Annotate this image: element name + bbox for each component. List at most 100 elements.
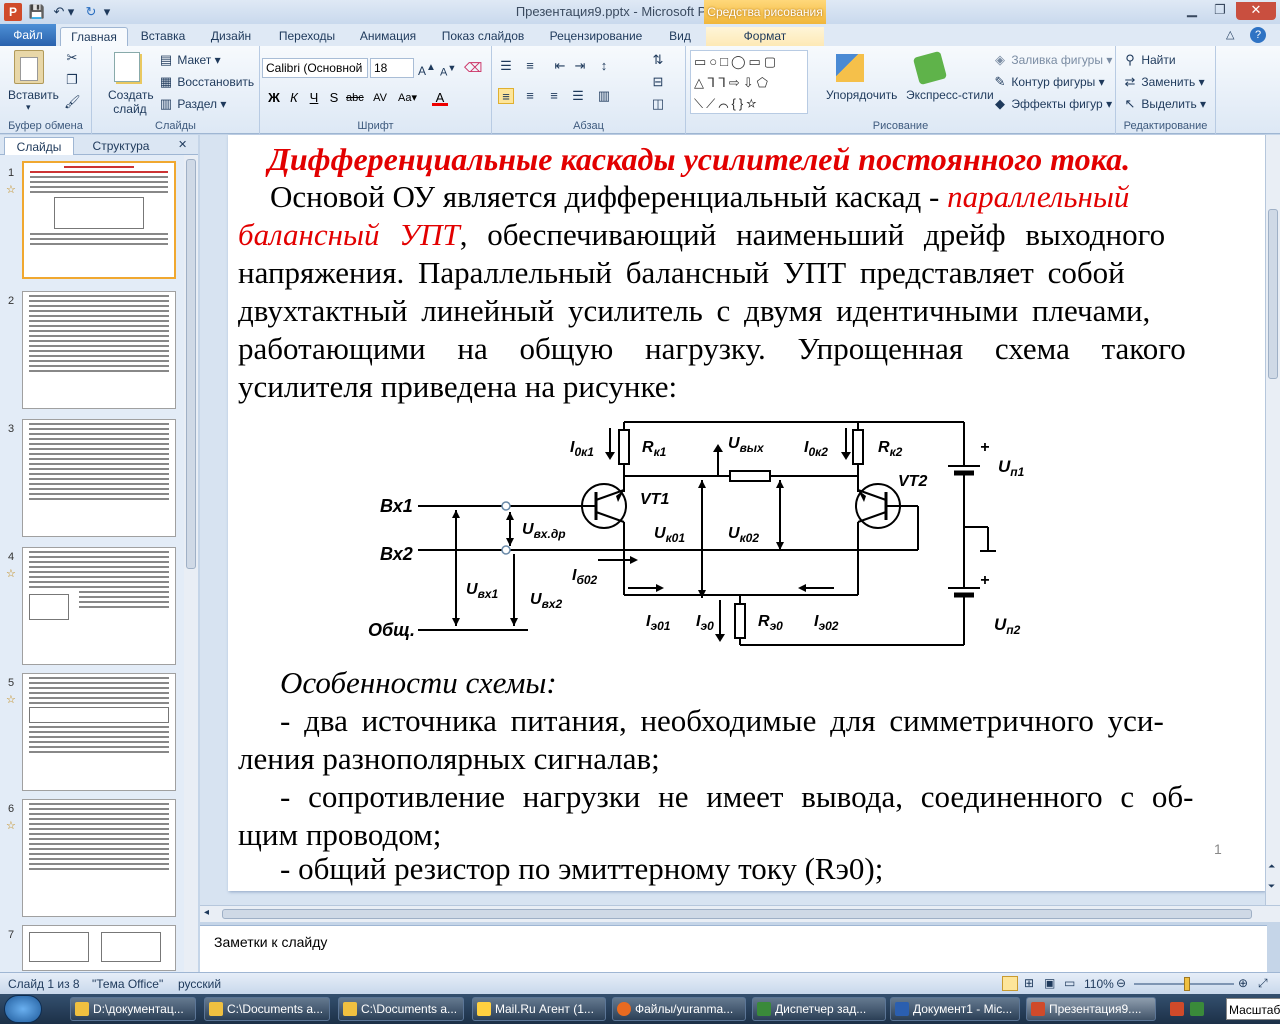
slide-heading[interactable]: Дифференциальные каскады усилителей пост…: [268, 141, 1265, 178]
slide-thumbnail[interactable]: [22, 673, 176, 791]
font-size-combo[interactable]: 18: [370, 58, 414, 78]
columns-icon[interactable]: ▥: [596, 88, 612, 104]
change-case-icon[interactable]: Aa▾: [398, 90, 417, 106]
tray-icon[interactable]: [1170, 1002, 1184, 1016]
zoom-slider-thumb[interactable]: [1184, 977, 1190, 991]
smartart-icon[interactable]: ◫: [650, 96, 666, 112]
line-spacing-icon[interactable]: ↕: [596, 58, 612, 74]
taskbar-button[interactable]: Диспетчер зад...: [752, 997, 886, 1021]
zoom-level[interactable]: 110%: [1084, 977, 1114, 991]
horizontal-scrollbar[interactable]: ◂: [200, 905, 1280, 922]
font-color-icon[interactable]: A: [432, 90, 448, 106]
tab-review[interactable]: Рецензирование: [540, 27, 652, 46]
taskbar-button[interactable]: D:\документац...: [70, 997, 196, 1021]
slide[interactable]: Дифференциальные каскады усилителей пост…: [228, 135, 1265, 891]
shape-effects-button[interactable]: ◆ Эффекты фигур ▾: [992, 96, 1112, 112]
scroll-thumb[interactable]: [222, 909, 1252, 919]
bold-icon[interactable]: Ж: [266, 90, 282, 106]
cut-icon[interactable]: ✂: [64, 50, 80, 66]
feature-line[interactable]: - сопротивление нагрузки не имеет вывода…: [280, 779, 1265, 815]
taskbar-button[interactable]: Документ1 - Mic...: [890, 997, 1020, 1021]
paragraph-line[interactable]: напряжения. Параллельный балансный УПТ п…: [238, 255, 1265, 291]
font-name-combo[interactable]: Calibri (Основной: [262, 58, 368, 78]
bullets-icon[interactable]: ☰: [498, 58, 514, 74]
new-slide-button[interactable]: Создать слайд: [108, 88, 154, 116]
layout-button[interactable]: ▤ Макет ▾: [158, 52, 221, 68]
shape-fill-button[interactable]: ◈ Заливка фигуры ▾: [992, 52, 1112, 68]
align-text-icon[interactable]: ⊟: [650, 74, 666, 90]
fit-to-window-icon[interactable]: ⤢: [1258, 976, 1268, 991]
numbering-icon[interactable]: ≡: [522, 58, 538, 74]
zoom-in-icon[interactable]: ⊕: [1238, 976, 1248, 990]
start-button[interactable]: [4, 995, 42, 1023]
tab-outline[interactable]: Структура: [80, 137, 162, 155]
tab-file[interactable]: Файл: [0, 24, 56, 46]
paste-icon[interactable]: [14, 50, 44, 84]
tab-format[interactable]: Формат: [706, 27, 824, 46]
paragraph-line[interactable]: Основой ОУ является дифференциальный кас…: [270, 179, 1265, 215]
slide-thumbnail[interactable]: [22, 291, 176, 409]
shadow-icon[interactable]: S: [326, 90, 342, 106]
tab-insert[interactable]: Вставка: [132, 27, 194, 46]
paragraph-line[interactable]: балансный УПТ, обеспечивающий наименьший…: [238, 217, 1265, 253]
section-button[interactable]: ▥ Раздел ▾: [158, 96, 227, 112]
align-left-icon[interactable]: ≡: [498, 88, 514, 104]
zoom-out-icon[interactable]: ⊖: [1116, 976, 1126, 990]
paragraph-line[interactable]: двухтактный линейный усилитель с двумя и…: [238, 293, 1265, 329]
slideshow-icon[interactable]: ▭: [1064, 976, 1075, 990]
shrink-font-icon[interactable]: A▼: [440, 60, 456, 79]
slide-sorter-icon[interactable]: ⊞: [1024, 976, 1034, 990]
reset-button[interactable]: ▦ Восстановить: [158, 74, 254, 90]
status-language[interactable]: русский: [178, 977, 221, 991]
close-button[interactable]: ✕: [1236, 2, 1276, 20]
scroll-thumb[interactable]: [1268, 209, 1278, 379]
tab-animation[interactable]: Анимация: [350, 27, 426, 46]
tab-transitions[interactable]: Переходы: [270, 27, 344, 46]
tab-slideshow[interactable]: Показ слайдов: [434, 27, 532, 46]
tray-icon[interactable]: [1190, 1002, 1204, 1016]
taskbar-button[interactable]: Презентация9....: [1026, 997, 1156, 1021]
taskbar-button[interactable]: Файлы/yuranma...: [612, 997, 746, 1021]
feature-line[interactable]: - два источника питания, необходимые для…: [280, 703, 1265, 739]
clear-format-icon[interactable]: ⌫: [464, 60, 482, 76]
text-direction-icon[interactable]: ⇅: [650, 52, 666, 68]
select-button[interactable]: ↖ Выделить ▾: [1122, 96, 1207, 112]
paste-dropdown-icon[interactable]: ▾: [26, 102, 31, 113]
underline-icon[interactable]: Ч: [306, 90, 322, 106]
notes-pane[interactable]: Заметки к слайду: [200, 925, 1267, 972]
slide-thumbnail[interactable]: [22, 419, 176, 537]
shapes-gallery[interactable]: ▭○□◯▭▢ △ᒣᒣ⇨⇩⬠ ⟍⟋⌒{}☆: [690, 50, 808, 114]
taskbar-button[interactable]: Mail.Ru Агент (1...: [472, 997, 606, 1021]
align-center-icon[interactable]: ≡: [522, 88, 538, 104]
spacing-icon[interactable]: AV: [372, 90, 388, 106]
tab-view[interactable]: Вид: [660, 27, 700, 46]
prev-slide-icon[interactable]: ⏶: [1268, 861, 1275, 872]
copy-icon[interactable]: ❐: [64, 72, 80, 88]
grow-font-icon[interactable]: A▲: [418, 60, 436, 78]
decrease-indent-icon[interactable]: ⇤: [552, 58, 568, 74]
italic-icon[interactable]: К: [286, 90, 302, 106]
arrange-icon[interactable]: [836, 54, 864, 82]
taskbar-button[interactable]: C:\Documents a...: [204, 997, 330, 1021]
find-button[interactable]: ⚲ Найти: [1122, 52, 1175, 68]
circuit-diagram[interactable]: Вх1 Вх2 Общ. VT1 VT2 + + I0к1 Rк1 Uвых I…: [358, 410, 1058, 650]
feature-line[interactable]: ления разнополярных сигналав;: [238, 741, 1265, 777]
slide-thumbnail[interactable]: [22, 925, 176, 971]
tab-home[interactable]: Главная: [60, 27, 128, 46]
tab-slides-list[interactable]: Слайды: [4, 137, 74, 155]
justify-icon[interactable]: ☰: [570, 88, 586, 104]
tray-lang-label[interactable]: Масштаб: [1226, 998, 1280, 1020]
help-icon[interactable]: ?: [1250, 27, 1266, 43]
zoom-slider[interactable]: [1134, 977, 1234, 991]
paste-button[interactable]: Вставить: [8, 88, 59, 102]
paragraph-line[interactable]: работающими на общую нагрузку. Упрощенна…: [238, 331, 1265, 367]
paragraph-line[interactable]: усилителя приведена на рисунке:: [238, 369, 1265, 405]
restore-button[interactable]: ❐: [1208, 2, 1232, 20]
format-painter-icon[interactable]: 🖌: [64, 94, 81, 110]
replace-button[interactable]: ⇄ Заменить ▾: [1122, 74, 1205, 90]
arrange-button[interactable]: Упорядочить: [826, 88, 897, 102]
quick-styles-button[interactable]: Экспресс-стили: [906, 88, 994, 102]
shape-outline-button[interactable]: ✎ Контур фигуры ▾: [992, 74, 1105, 90]
strike-icon[interactable]: abc: [346, 90, 364, 106]
tab-design[interactable]: Дизайн: [200, 27, 262, 46]
